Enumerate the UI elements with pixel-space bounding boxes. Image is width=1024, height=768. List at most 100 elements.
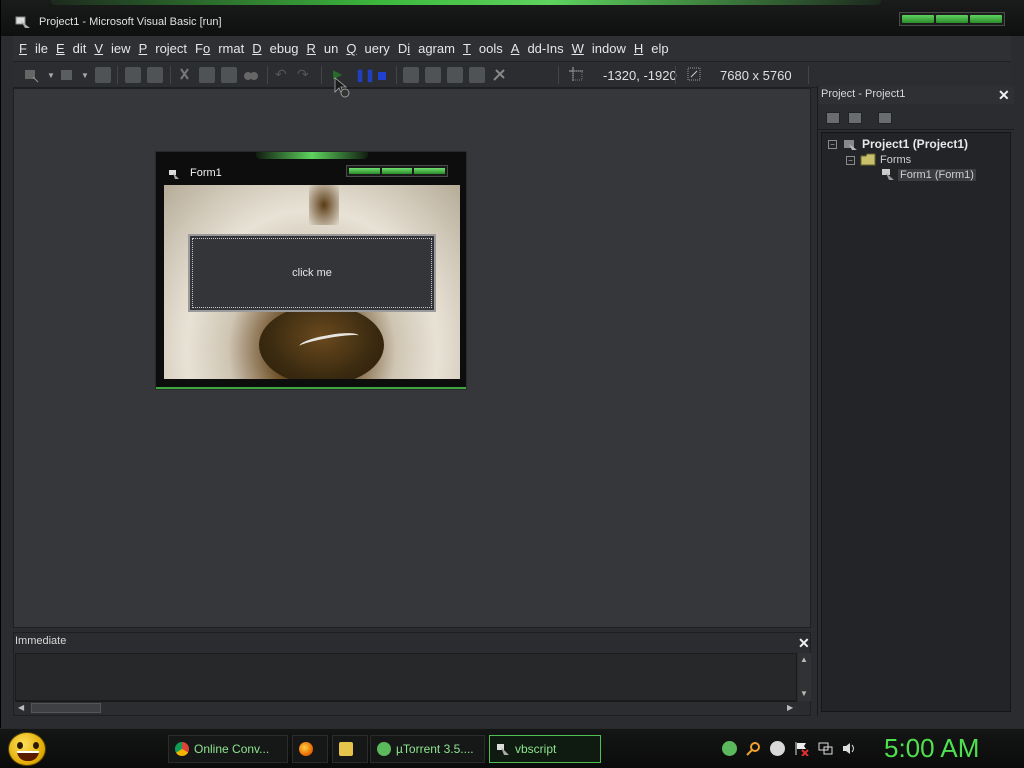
utorrent-tray-icon[interactable] [722,741,737,756]
form1-close-button[interactable] [414,168,446,174]
form1-bottom-border [156,380,466,389]
menu-file[interactable]: File [19,41,48,56]
scroll-up-icon[interactable]: ▲ [800,655,808,664]
menu-tools[interactable]: Tools [463,41,503,56]
menu-help[interactable]: Help [634,41,669,56]
menu-addins[interactable]: Add-Ins [511,41,564,56]
break-icon[interactable]: ❚❚ [355,68,375,82]
action-center-flag-icon[interactable] [794,741,809,757]
taskbar-item-label: µTorrent 3.5.... [396,742,474,756]
chevron-down-icon[interactable]: ▼ [47,71,55,80]
project-explorer-panel: Project - Project1 ✕ − Project1 (Project… [817,86,1014,716]
vb-icon [497,744,509,755]
view-code-icon[interactable] [826,112,840,124]
menu-edit[interactable]: Edit [56,41,86,56]
size-icon [687,67,701,81]
save-project-icon[interactable] [147,67,163,83]
undo-icon[interactable]: ↶ [275,66,287,83]
horizontal-scrollbar[interactable]: ◀ ▶ [15,701,797,714]
tree-item-project[interactable]: Project1 (Project1) [862,137,968,151]
scroll-right-icon[interactable]: ▶ [787,703,793,712]
scrollbar-thumb[interactable] [31,703,101,713]
toolbar-separator [321,66,322,84]
taskbar-item-label: vbscript [515,742,557,756]
click-me-button[interactable]: click me [188,234,436,312]
taskbar: Online Conv... µTorrent 3.5.... vbscript… [0,728,1024,768]
find-icon[interactable] [243,67,259,83]
form-icon [882,169,894,180]
taskbar-item-vbscript[interactable]: vbscript [489,735,601,763]
project-explorer-icon[interactable] [403,67,419,83]
immediate-title: Immediate [15,635,67,647]
menu-project[interactable]: Project [139,41,187,56]
form1-maximize-button[interactable] [381,168,413,174]
toolbar-separator [558,66,559,84]
open-project-icon[interactable] [125,67,141,83]
close-button[interactable] [970,15,1002,23]
volume-icon[interactable] [842,741,857,756]
vb-app-icon [15,16,30,28]
properties-window-icon[interactable] [425,67,441,83]
tree-item-form1[interactable]: Form1 (Form1) [898,169,976,181]
cut-icon[interactable] [177,67,193,83]
start-button-smiley-icon[interactable] [8,732,46,766]
chevron-down-icon[interactable]: ▼ [81,71,89,80]
form1-minimize-button[interactable] [349,168,380,174]
size-readout: 7680 x 5760 [720,68,792,83]
view-object-icon[interactable] [848,112,862,124]
collapse-icon[interactable]: − [828,140,837,149]
window-caption-buttons[interactable] [899,12,1005,26]
taskbar-item-utorrent[interactable]: µTorrent 3.5.... [370,735,485,763]
scroll-left-icon[interactable]: ◀ [18,703,24,712]
add-project-icon[interactable] [23,67,39,83]
firefox-icon [299,742,313,756]
title-bar[interactable]: Project1 - Microsoft Visual Basic [run] [1,0,1024,36]
form-icon [169,170,179,179]
close-icon[interactable]: ✕ [998,87,1010,104]
menu-editor-icon[interactable] [95,67,111,83]
menu-diagram[interactable]: Di agram [398,41,455,56]
menu-bar: File Edit View Project Fo rmat Debug Run Query Di… [13,36,1011,62]
form1-caption-buttons[interactable] [346,165,448,177]
project-explorer-title: Project - Project1 [818,86,1014,104]
close-icon[interactable]: ✕ [798,635,810,652]
form1-title: Form1 [190,167,222,179]
taskbar-item-folder[interactable] [332,735,368,763]
tree-item-forms[interactable]: Forms [880,154,911,166]
menu-view[interactable]: View [94,41,130,56]
project-icon [844,140,857,150]
position-icon [569,67,583,81]
clock[interactable]: 5:00 AM [884,733,979,764]
title-glow [51,0,881,5]
paste-icon[interactable] [221,67,237,83]
picture-stain [309,185,339,225]
collapse-icon[interactable]: − [846,156,855,165]
redo-icon[interactable]: ↷ [297,66,309,83]
toolbox-icon[interactable] [491,67,507,83]
end-icon[interactable] [378,72,386,80]
toolbar-separator [267,66,268,84]
menu-run[interactable]: Run [307,41,339,56]
menu-format[interactable]: Fo rmat [195,41,244,56]
toggle-folders-icon[interactable] [878,112,892,124]
menu-debug[interactable]: Debug [252,41,298,56]
maximize-button[interactable] [936,15,968,23]
immediate-window: Immediate ✕ ▲ ▼ ◀ ▶ [13,632,811,716]
minimize-button[interactable] [902,15,934,23]
form-layout-icon[interactable] [447,67,463,83]
search-icon[interactable] [746,741,761,756]
toolbar-separator [170,66,171,84]
project-tree: − Project1 (Project1) − Forms Form1 (For… [821,132,1011,712]
messenger-tray-icon[interactable] [770,741,785,756]
taskbar-item-chrome[interactable]: Online Conv... [168,735,288,763]
network-icon[interactable] [818,741,833,756]
menu-query[interactable]: Query [346,41,389,56]
taskbar-item-firefox[interactable] [292,735,328,763]
object-browser-icon[interactable] [469,67,485,83]
vertical-scrollbar[interactable]: ▲ ▼ [798,653,811,701]
menu-window[interactable]: Window [572,41,626,56]
immediate-input-area[interactable] [15,653,797,701]
scroll-down-icon[interactable]: ▼ [800,689,808,698]
copy-icon[interactable] [199,67,215,83]
add-form-icon[interactable] [59,67,75,83]
